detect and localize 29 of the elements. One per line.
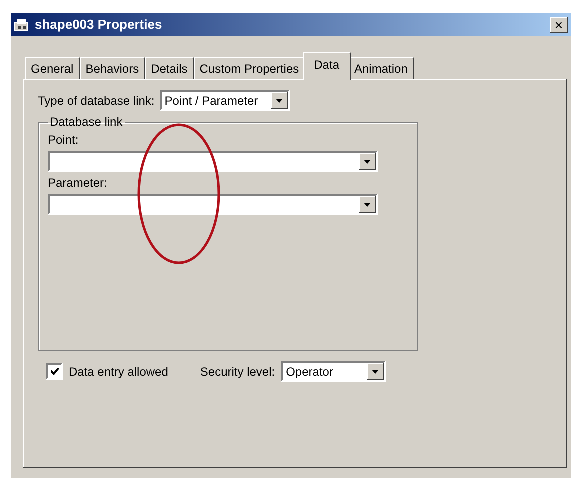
dropdown-field[interactable] <box>48 151 378 172</box>
caret-icon <box>364 202 371 206</box>
dropdown-field[interactable] <box>48 194 378 215</box>
checkbox[interactable] <box>46 363 63 380</box>
window-title: shape003 Properties <box>35 17 164 32</box>
tab[interactable]: Behaviors <box>80 57 146 79</box>
tab[interactable]: Animation <box>348 57 414 79</box>
dropdown-button[interactable] <box>359 153 376 170</box>
checkbox-label: Data entry allowed <box>69 364 168 378</box>
security-level-dropdown[interactable]: Operator <box>281 361 386 382</box>
field-label: Type of database link: <box>38 94 155 108</box>
field-label: Point: <box>48 133 80 147</box>
tab[interactable]: Custom Properties <box>194 57 306 79</box>
group-title: Database link <box>49 115 124 129</box>
dropdown-button[interactable] <box>367 363 384 380</box>
dropdown-button[interactable] <box>359 196 376 213</box>
caret-icon <box>372 370 380 374</box>
caret-icon <box>364 160 371 164</box>
close-button[interactable]: × <box>550 16 568 32</box>
properties-icon <box>14 18 30 32</box>
dropdown-button[interactable] <box>270 92 288 109</box>
link-type-dropdown[interactable]: Point / Parameter <box>160 90 290 111</box>
tab[interactable]: Details <box>145 57 194 79</box>
field-label: Parameter: <box>48 176 108 190</box>
tab[interactable]: General <box>25 57 80 79</box>
check-icon <box>50 368 58 376</box>
field-label: Security level: <box>200 364 276 378</box>
caret-icon <box>276 98 283 102</box>
tab[interactable]: Data <box>303 52 350 80</box>
